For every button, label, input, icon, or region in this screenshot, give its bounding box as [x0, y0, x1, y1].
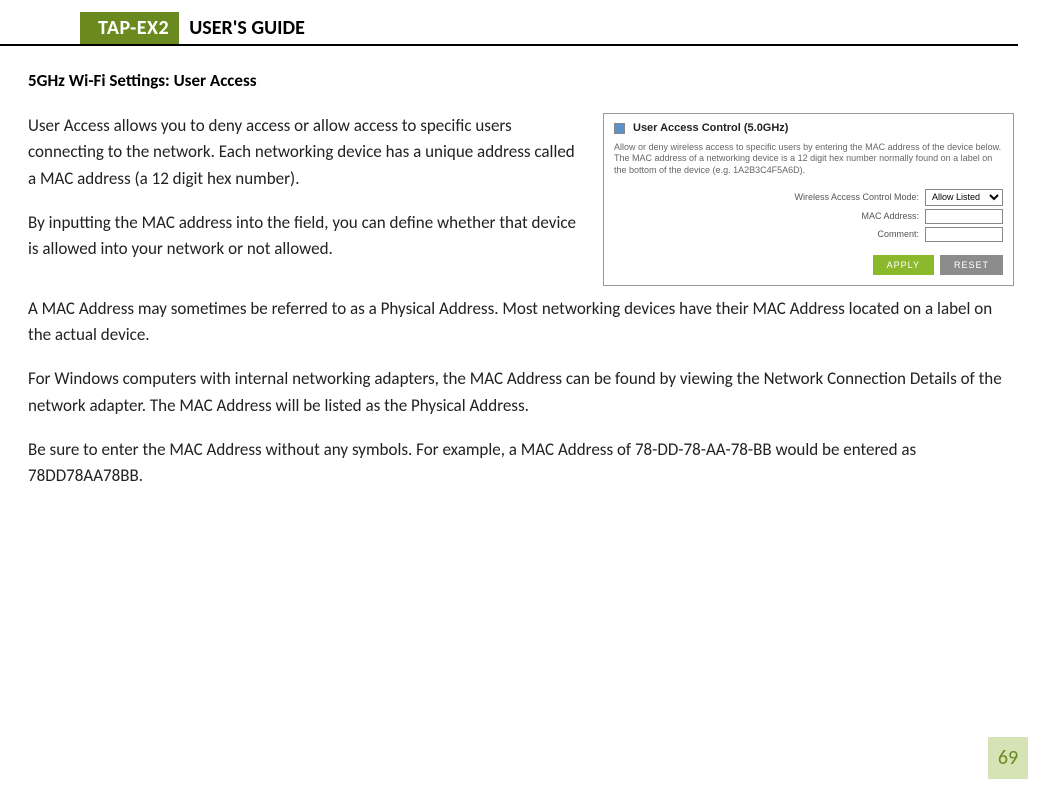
figure-button-row: APPLY RESET [604, 249, 1013, 285]
form-row-mode: Wireless Access Control Mode: Allow List… [614, 189, 1003, 206]
mode-select[interactable]: Allow Listed [925, 189, 1003, 206]
product-badge: TAP-EX2 [80, 12, 179, 44]
reset-button[interactable]: RESET [940, 255, 1003, 275]
apply-button[interactable]: APPLY [873, 255, 934, 275]
page-number: 69 [988, 737, 1028, 779]
mode-label: Wireless Access Control Mode: [614, 192, 919, 202]
figure-title: User Access Control (5.0GHz) [633, 122, 788, 134]
page-content: 5GHz Wi-Fi Settings: User Access User Ac… [0, 46, 1042, 490]
guide-title: USER'S GUIDE [179, 12, 305, 44]
figure-form: Wireless Access Control Mode: Allow List… [604, 182, 1013, 249]
form-row-mac: MAC Address: [614, 209, 1003, 224]
document-header: TAP-EX2 USER'S GUIDE [0, 12, 1018, 46]
screenshot-figure: User Access Control (5.0GHz) Allow or de… [603, 113, 1014, 286]
section-heading: 5GHz Wi-Fi Settings: User Access [28, 70, 1014, 91]
mac-input[interactable] [925, 209, 1003, 224]
comment-input[interactable] [925, 227, 1003, 242]
figure-header: User Access Control (5.0GHz) [604, 114, 1013, 138]
paragraph-5: Be sure to enter the MAC Address without… [28, 437, 1014, 490]
color-swatch-icon [614, 123, 625, 134]
figure-description: Allow or deny wireless access to specifi… [604, 138, 1013, 182]
paragraph-3: A MAC Address may sometimes be referred … [28, 296, 1014, 349]
mac-label: MAC Address: [614, 211, 919, 221]
form-row-comment: Comment: [614, 227, 1003, 242]
paragraph-4: For Windows computers with internal netw… [28, 366, 1014, 419]
comment-label: Comment: [614, 229, 919, 239]
